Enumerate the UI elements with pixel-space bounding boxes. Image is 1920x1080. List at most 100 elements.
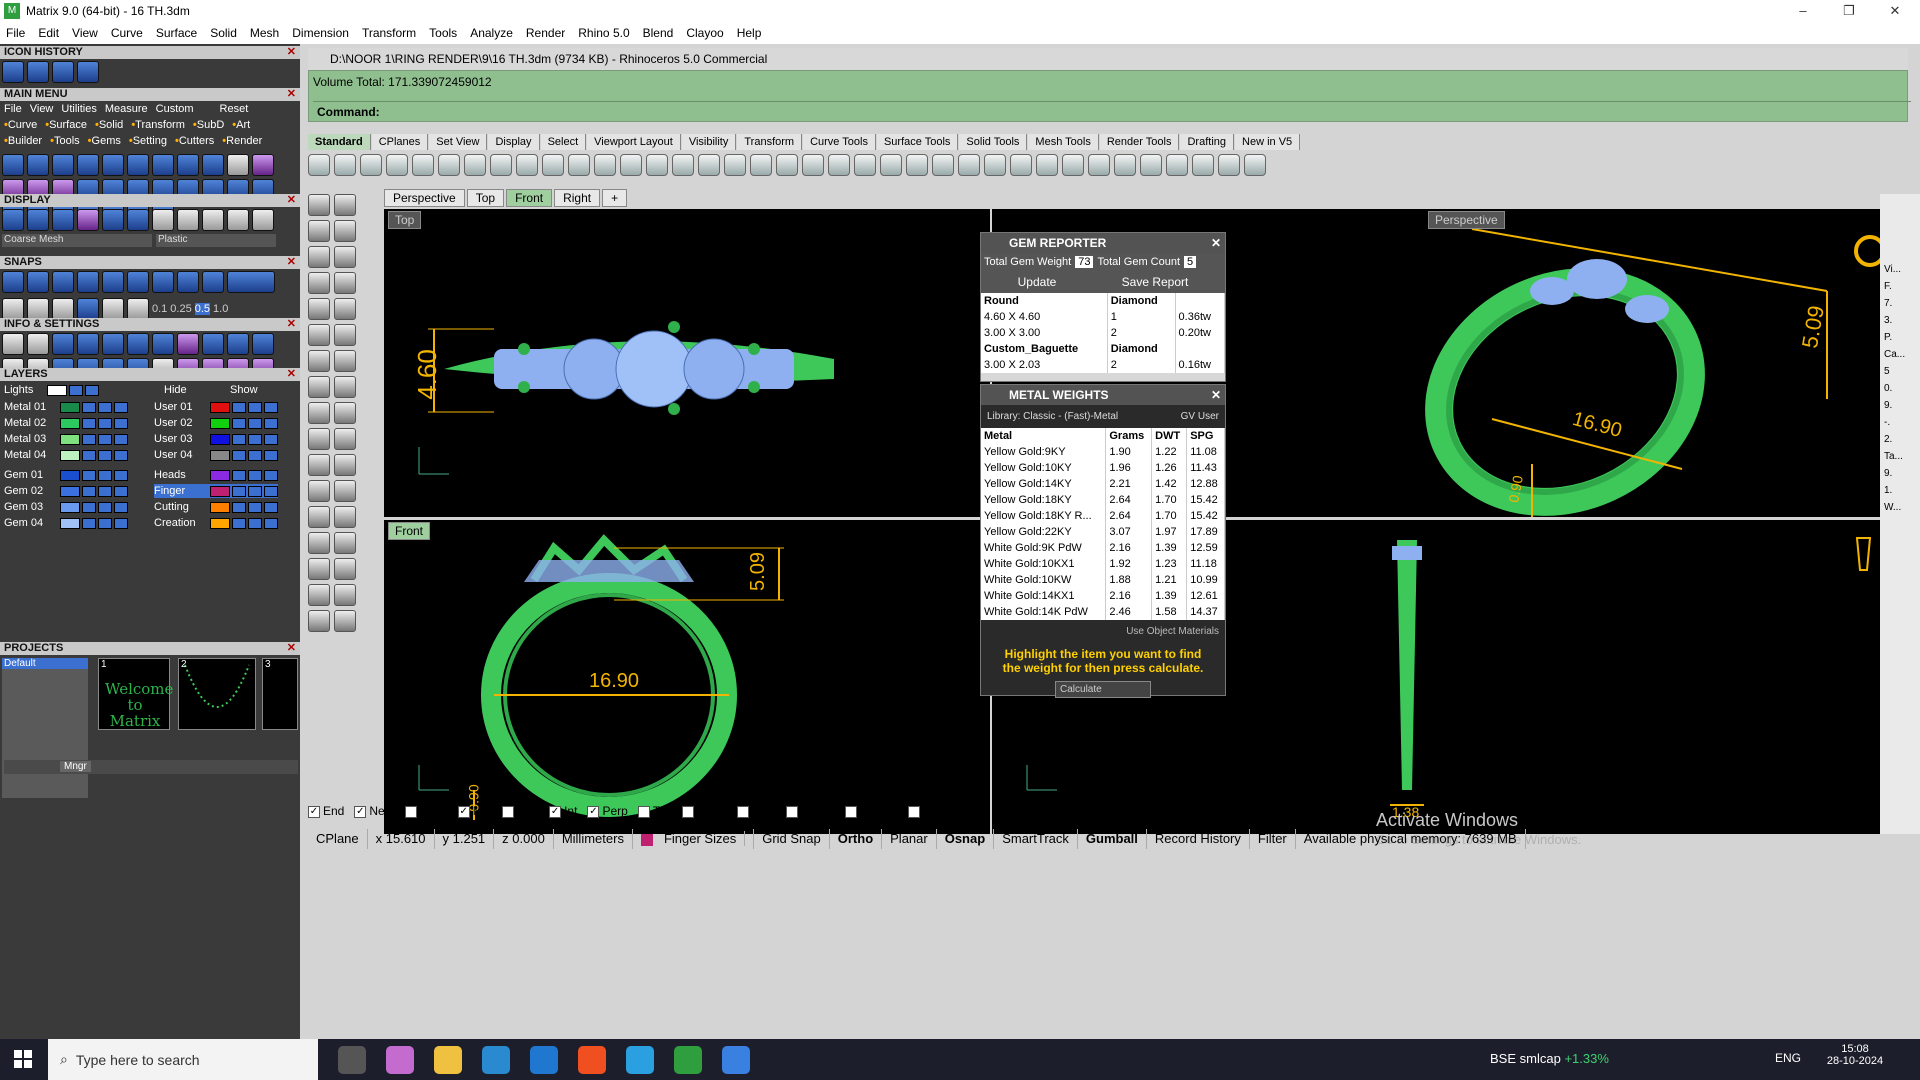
snap-value[interactable]: 0.25	[170, 303, 191, 315]
material-sphere-icon[interactable]	[202, 209, 224, 231]
circle-icon[interactable]	[308, 246, 330, 268]
layer-user-04[interactable]: User 04	[154, 448, 278, 462]
mm-cutters[interactable]: •Cutters	[175, 135, 214, 147]
box-icon[interactable]	[252, 333, 274, 355]
cut-icon[interactable]	[412, 154, 434, 176]
undo-view-icon[interactable]	[672, 154, 694, 176]
close-button[interactable]: ✕	[1872, 0, 1918, 22]
osnap-int[interactable]: ✓ Int	[549, 804, 577, 818]
grid-icon[interactable]	[2, 333, 24, 355]
array-grid-icon[interactable]	[308, 558, 330, 580]
xray-icon[interactable]	[127, 209, 149, 231]
mm-measure[interactable]: Measure	[105, 103, 148, 115]
snap-value[interactable]: 0.1	[152, 303, 167, 315]
grid-toggle-icon[interactable]	[2, 298, 24, 320]
show-button[interactable]: Show	[230, 383, 258, 397]
diamond-icon[interactable]	[102, 298, 124, 320]
status-gumball[interactable]: Gumball	[1078, 829, 1147, 849]
mm-custom[interactable]: Custom	[156, 103, 194, 115]
material-select[interactable]: Plastic	[156, 234, 276, 247]
color-wheel-icon[interactable]	[958, 154, 980, 176]
layer-gem-04[interactable]: Gem 04	[4, 516, 128, 530]
menu-render[interactable]: Render	[526, 26, 565, 40]
menu-tools[interactable]: Tools	[429, 26, 457, 40]
ring-tool-icon[interactable]	[27, 154, 49, 176]
osnap-project[interactable]: Project	[845, 804, 898, 818]
tab-display[interactable]: Display	[488, 134, 540, 150]
menu-mesh[interactable]: Mesh	[250, 26, 279, 40]
search-icon[interactable]	[27, 333, 49, 355]
layer-finger[interactable]: Finger	[154, 484, 278, 498]
osnap-disable[interactable]: Disable	[907, 804, 963, 818]
osnap-knot[interactable]: Knot	[736, 804, 776, 818]
points-icon[interactable]	[802, 154, 824, 176]
sphere-icon[interactable]	[52, 209, 74, 231]
tab-perspective[interactable]: Perspective	[384, 189, 465, 207]
status-osnap[interactable]: Osnap	[937, 829, 995, 849]
folder-icon[interactable]	[77, 61, 99, 83]
curve-icon[interactable]	[334, 220, 356, 242]
manager-button[interactable]: Mngr	[60, 761, 91, 772]
table-row[interactable]: White Gold:10KX1 1.92 1.23 11.18	[981, 556, 1225, 572]
menu-rhino[interactable]: Rhino 5.0	[578, 26, 629, 40]
copilot-icon[interactable]	[386, 1045, 414, 1074]
solid-box-icon[interactable]	[308, 532, 330, 554]
save-icon[interactable]	[360, 154, 382, 176]
material-sphere-icon[interactable]	[252, 209, 274, 231]
status-units[interactable]: Millimeters	[554, 829, 633, 849]
tab-drafting[interactable]: Drafting	[1180, 134, 1235, 150]
tab-viewport-layout[interactable]: Viewport Layout	[587, 134, 681, 150]
table-row[interactable]: 4.60 X 4.60 1 0.36tw	[981, 309, 1226, 325]
mm-file[interactable]: File	[4, 103, 22, 115]
table-row[interactable]: Yellow Gold:18KY 2.64 1.70 15.42	[981, 492, 1225, 508]
menu-clayoo[interactable]: Clayoo	[686, 26, 723, 40]
command-line[interactable]: Command:	[313, 101, 1911, 121]
table-row[interactable]: 3.00 X 3.00 2 0.20tw	[981, 325, 1226, 341]
walk-icon[interactable]	[1218, 154, 1240, 176]
wireframe-icon[interactable]	[2, 209, 24, 231]
freeform-icon[interactable]	[334, 298, 356, 320]
mm-utilities[interactable]: Utilities	[61, 103, 96, 115]
user-toggle[interactable]: User	[1198, 411, 1219, 422]
language-indicator[interactable]: ENG	[1775, 1051, 1801, 1065]
project-list[interactable]: Default	[2, 658, 88, 798]
calculate-button[interactable]: Calculate	[1055, 681, 1151, 698]
project-thumb-1[interactable]: 1 Welcome to Matrix	[98, 658, 173, 730]
rendered-icon[interactable]	[77, 209, 99, 231]
tab-new-in-v5[interactable]: New in V5	[1235, 134, 1301, 150]
status-grid-snap[interactable]: Grid Snap	[754, 829, 830, 849]
table-row[interactable]: White Gold:9K PdW 2.16 1.39 12.59	[981, 540, 1225, 556]
properties-icon[interactable]	[932, 154, 954, 176]
select-arrow-icon[interactable]	[308, 194, 330, 216]
halo-tool-icon[interactable]	[152, 154, 174, 176]
matrix-icon[interactable]	[674, 1045, 702, 1074]
close-icon[interactable]: ✕	[1211, 385, 1221, 405]
layers-icon[interactable]	[77, 333, 99, 355]
layer-user-02[interactable]: User 02	[154, 416, 278, 430]
rhino-icon[interactable]	[626, 1045, 654, 1074]
snap-icon[interactable]	[1244, 154, 1266, 176]
check-icon[interactable]	[334, 584, 356, 606]
material-sphere-icon[interactable]	[152, 209, 174, 231]
surface-icon[interactable]	[308, 324, 330, 346]
tab-standard[interactable]: Standard	[308, 134, 371, 150]
mm-curve[interactable]: •Curve	[4, 119, 37, 131]
bezel-tool-icon[interactable]	[127, 154, 149, 176]
gv-toggle[interactable]: GV	[1181, 411, 1195, 422]
window-icon[interactable]	[227, 333, 249, 355]
snap-cross-icon[interactable]	[52, 271, 74, 293]
store-icon[interactable]	[482, 1045, 510, 1074]
scale-icon[interactable]	[334, 558, 356, 580]
layer-metal-02[interactable]: Metal 02	[4, 416, 128, 430]
viewport-label-front[interactable]: Front	[388, 522, 431, 540]
hide-icon[interactable]	[880, 154, 902, 176]
snap-point-icon[interactable]	[77, 271, 99, 293]
zoom-icon[interactable]	[568, 154, 590, 176]
explode-icon[interactable]	[334, 402, 356, 424]
close-icon[interactable]: ✕	[287, 46, 296, 59]
menu-solid[interactable]: Solid	[210, 26, 237, 40]
project-default[interactable]: Default	[2, 658, 88, 669]
cube-icon[interactable]	[52, 333, 74, 355]
table-row[interactable]: Yellow Gold:14KY 2.21 1.42 12.88	[981, 476, 1225, 492]
grid-snap-icon[interactable]	[334, 532, 356, 554]
